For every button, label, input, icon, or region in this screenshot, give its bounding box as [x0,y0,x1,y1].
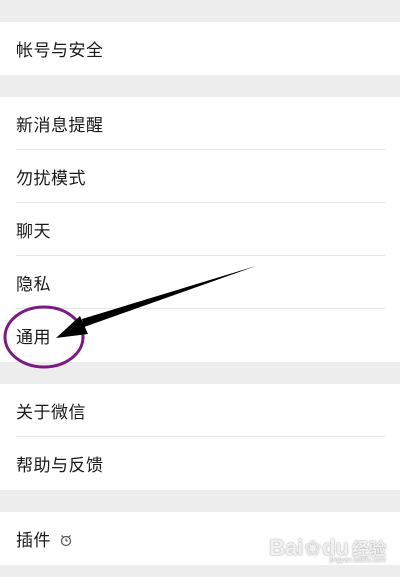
settings-item-help-feedback[interactable]: 帮助与反馈 [0,437,400,490]
baidu-watermark: Bai ❀ du 经验 jingyan.baidu.com [269,535,386,564]
settings-item-label: 勿扰模式 [16,169,86,189]
settings-item-general[interactable]: 通用 [0,309,400,362]
settings-item-privacy[interactable]: 隐私 [0,256,400,309]
settings-item-label: 帮助与反馈 [16,456,104,476]
settings-item-label: 插件 [16,531,51,551]
settings-item-label: 聊天 [16,222,51,242]
settings-group-account: 帐号与安全 [0,22,400,75]
settings-item-new-message-notify[interactable]: 新消息提醒 [0,97,400,150]
watermark-url: jingyan.baidu.com [329,557,386,564]
top-gap [0,0,400,22]
settings-group-about: 关于微信 帮助与反馈 [0,384,400,490]
settings-item-account-security[interactable]: 帐号与安全 [0,22,400,75]
plugin-icon [59,532,73,546]
settings-group-main: 新消息提醒 勿扰模式 聊天 隐私 通用 [0,97,400,362]
group-gap [0,362,400,384]
settings-item-chat[interactable]: 聊天 [0,203,400,256]
watermark-brand: Bai [269,535,304,560]
settings-item-label: 通用 [16,328,51,348]
settings-item-do-not-disturb[interactable]: 勿扰模式 [0,150,400,203]
settings-item-about-wechat[interactable]: 关于微信 [0,384,400,437]
group-gap [0,75,400,97]
paw-icon: ❀ [304,538,322,560]
settings-item-label: 关于微信 [16,403,86,423]
settings-item-label: 帐号与安全 [16,41,104,61]
group-gap [0,490,400,512]
settings-item-label: 隐私 [16,275,51,295]
settings-item-label: 新消息提醒 [16,116,104,136]
